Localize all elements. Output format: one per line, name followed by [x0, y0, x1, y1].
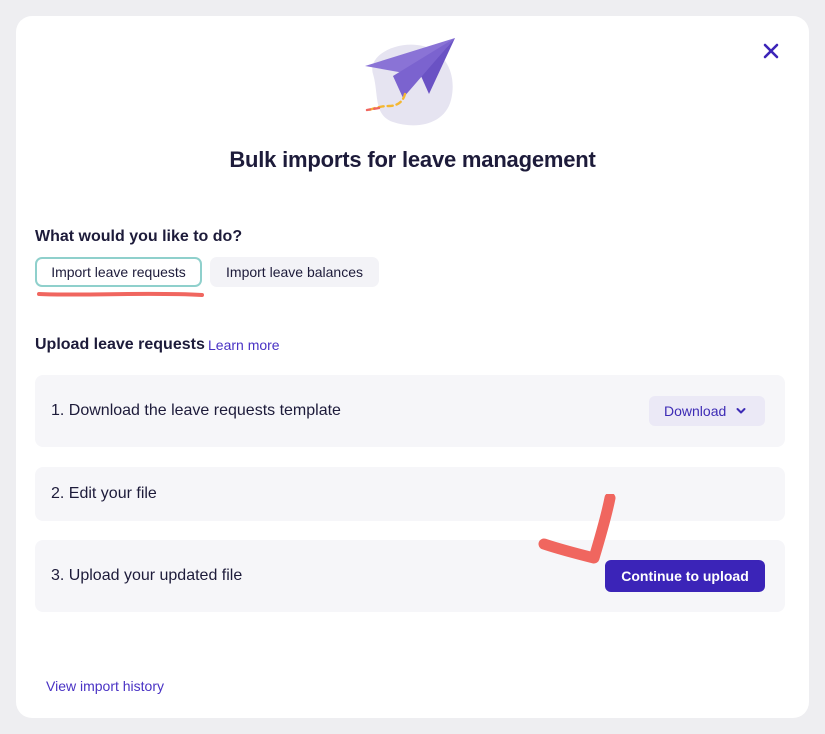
- step-edit-file: 2. Edit your file: [35, 467, 785, 521]
- bulk-import-modal: Bulk imports for leave management What w…: [16, 16, 809, 718]
- step-text: 1. Download the leave requests template: [51, 402, 341, 419]
- step-upload-file: 3. Upload your updated file Continue to …: [35, 540, 785, 612]
- chevron-down-icon: [736, 408, 746, 414]
- step-download-template: 1. Download the leave requests template …: [35, 375, 785, 447]
- paper-plane-icon: [365, 38, 455, 126]
- import-leave-requests-option[interactable]: Import leave requests: [35, 257, 202, 287]
- upload-heading: Upload leave requests: [35, 336, 205, 353]
- download-label: Download: [664, 403, 727, 419]
- modal-title: Bulk imports for leave management: [229, 147, 596, 172]
- close-icon[interactable]: [762, 42, 780, 60]
- underline-annotation: [37, 291, 204, 297]
- step-text: 3. Upload your updated file: [51, 567, 243, 584]
- checkmark-annotation: [538, 494, 616, 564]
- step-text: 2. Edit your file: [51, 485, 157, 502]
- import-leave-balances-option[interactable]: Import leave balances: [210, 257, 379, 287]
- learn-more-link[interactable]: Learn more: [208, 337, 280, 353]
- question-label: What would you like to do?: [35, 228, 243, 245]
- view-import-history-link[interactable]: View import history: [46, 678, 164, 694]
- continue-to-upload-button[interactable]: Continue to upload: [605, 560, 765, 592]
- download-button[interactable]: Download: [649, 396, 765, 426]
